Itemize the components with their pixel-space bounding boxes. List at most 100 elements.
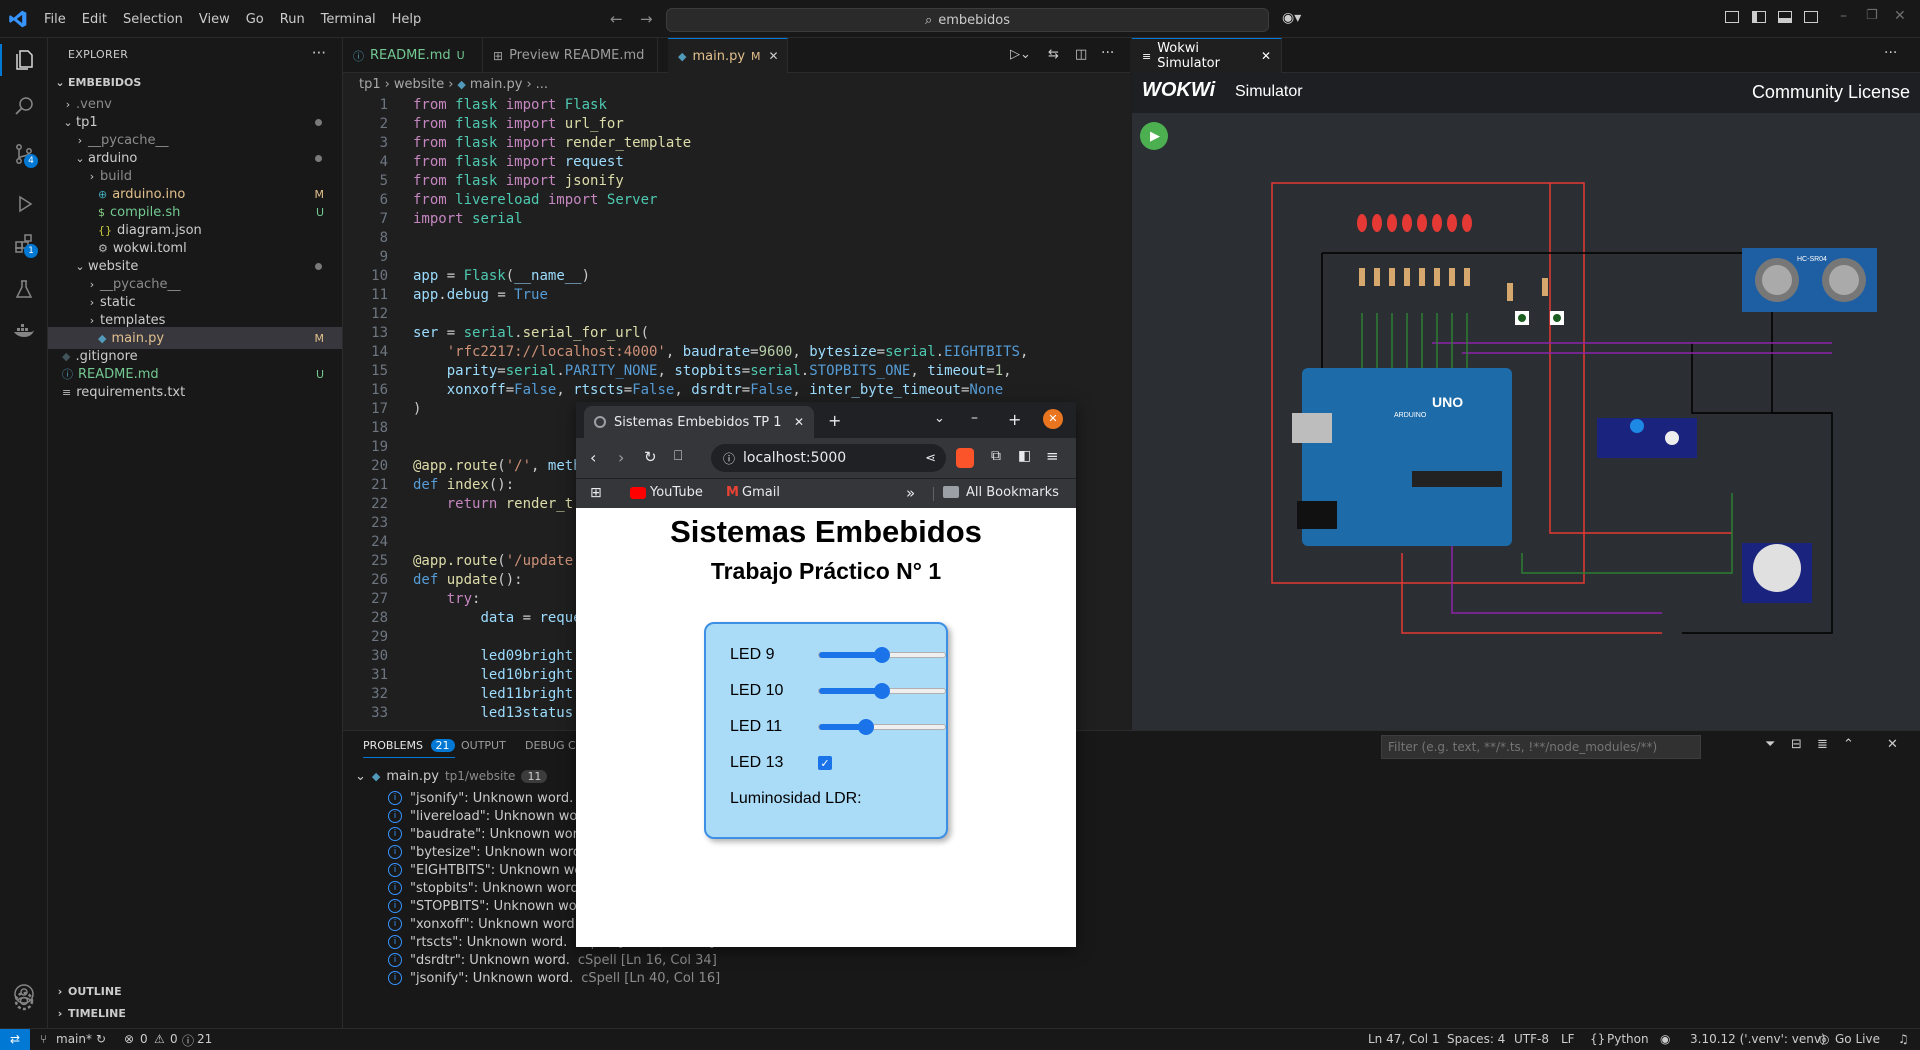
more-bookmarks-icon[interactable]: » [906, 484, 915, 502]
tab-preview-readme[interactable]: ⊞ Preview README.md [483, 38, 658, 73]
code-line[interactable]: app.debug = True [413, 287, 548, 303]
back-arrow-icon[interactable]: ‹ [590, 448, 596, 467]
led9-slider[interactable] [818, 647, 946, 663]
forward-arrow-icon[interactable]: › [618, 448, 624, 467]
code-line[interactable]: ) [413, 401, 421, 417]
share-icon[interactable]: ⋖ [925, 451, 936, 466]
error-count[interactable]: 0 [140, 1032, 148, 1046]
tab-readme[interactable]: ⓘ README.md U [343, 38, 483, 73]
close-icon[interactable]: ✕ [794, 415, 804, 429]
browser-tab[interactable]: Sistemas Embebidos TP 1 ✕ [584, 406, 814, 438]
chevron-up-icon[interactable]: ⌃ [1843, 737, 1854, 752]
bookmark-gmail[interactable]: Gmail [742, 485, 780, 500]
menu-view[interactable]: View [191, 12, 238, 27]
new-tab-icon[interactable]: + [828, 411, 841, 430]
menu-file[interactable]: File [36, 12, 74, 27]
extensions-icon[interactable]: ⧉ [991, 448, 1001, 464]
apps-grid-icon[interactable]: ⊞ [590, 485, 602, 501]
remote-indicator-icon[interactable]: ⇄ [0, 1029, 30, 1050]
code-line[interactable]: def update(): [413, 572, 523, 588]
code-line[interactable]: parity=serial.PARITY_NONE, stopbits=seri… [413, 363, 1012, 379]
code-line[interactable]: led10bright [413, 667, 573, 683]
view-as-table-icon[interactable]: ≣ [1817, 737, 1828, 752]
code-line[interactable]: ser = serial.serial_for_url( [413, 325, 649, 341]
layout-customize-icon[interactable] [1725, 11, 1739, 23]
tab-main-py[interactable]: ◆ main.py M ✕ [668, 38, 788, 73]
more-actions-icon[interactable]: ··· [1884, 45, 1897, 61]
close-window-icon[interactable]: ✕ [1894, 8, 1906, 24]
menu-edit[interactable]: Edit [74, 12, 115, 27]
close-window-icon[interactable]: ✕ [1043, 409, 1063, 429]
menu-icon[interactable]: ≡ [1046, 447, 1059, 465]
info-count[interactable]: 21 [197, 1032, 212, 1046]
code-line[interactable]: def index(): [413, 477, 514, 493]
explorer-activity[interactable] [0, 44, 48, 76]
collapse-all-icon[interactable]: ⊟ [1791, 737, 1802, 752]
breadcrumb-item[interactable]: tp1 [359, 77, 381, 92]
close-icon[interactable]: ✕ [1887, 737, 1898, 752]
led11-slider[interactable] [818, 719, 946, 735]
code-line[interactable]: from livereload import Server [413, 192, 657, 208]
menu-help[interactable]: Help [384, 12, 430, 27]
go-live-button[interactable]: Go Live [1835, 1032, 1880, 1046]
branch-name[interactable]: main* [56, 1032, 92, 1046]
code-line[interactable]: led09bright [413, 648, 573, 664]
run-icon[interactable]: ▷⌄ [1010, 47, 1031, 62]
code-line[interactable]: from flask import url_for [413, 116, 624, 132]
maximize-window-icon[interactable]: + [1008, 410, 1021, 429]
more-actions-icon[interactable]: ··· [1101, 45, 1114, 61]
code-line[interactable]: return render_t [413, 496, 573, 512]
code-line[interactable]: @app.route('/', meth [413, 458, 582, 474]
menu-run[interactable]: Run [272, 12, 313, 27]
code-line[interactable]: from flask import jsonify [413, 173, 624, 189]
docker-activity[interactable] [8, 316, 40, 348]
problems-file-group[interactable]: ⌄ ◆ main.py tp1/website 11 [355, 765, 548, 787]
copilot-icon[interactable]: ◉▾ [1282, 10, 1301, 26]
tab-problems[interactable]: PROBLEMS 21 [363, 739, 455, 758]
filter-icon[interactable]: ⏷ [1765, 737, 1775, 752]
brave-shield-icon[interactable] [956, 448, 974, 468]
encoding[interactable]: UTF-8 [1514, 1032, 1549, 1046]
search-activity[interactable] [8, 90, 40, 122]
bookmark-icon[interactable]: ⎕ [674, 448, 682, 464]
outline-section[interactable]: › OUTLINE [48, 980, 342, 1002]
breadcrumb-item[interactable]: website [394, 77, 444, 92]
led10-slider[interactable] [818, 683, 946, 699]
end-of-line[interactable]: LF [1561, 1032, 1575, 1046]
minimize-window-icon[interactable]: – [1840, 8, 1847, 24]
led13-checkbox[interactable]: ✓ [818, 756, 832, 770]
tab-output[interactable]: OUTPUT [461, 739, 506, 752]
toggle-panel-icon[interactable] [1778, 11, 1792, 23]
code-line[interactable]: xonxoff=False, rtscts=False, dsrdtr=Fals… [413, 382, 1003, 398]
compare-icon[interactable]: ⇆ [1048, 47, 1059, 62]
code-line[interactable]: from flask import Flask [413, 97, 607, 113]
cursor-position[interactable]: Ln 47, Col 1 [1368, 1032, 1440, 1046]
tab-wokwi-simulator[interactable]: ≡ Wokwi Simulator ✕ [1132, 38, 1282, 73]
code-line[interactable]: data = reque [413, 610, 581, 626]
testing-activity[interactable] [8, 274, 40, 306]
breadcrumb-item[interactable]: main.py [470, 77, 523, 92]
timeline-section[interactable]: › TIMELINE [48, 1002, 342, 1024]
command-center-search[interactable]: ⌕ embebidos [666, 8, 1269, 32]
workspace-root[interactable]: ⌄ EMBEBIDOS [48, 71, 342, 93]
menu-terminal[interactable]: Terminal [313, 12, 384, 27]
code-line[interactable]: @app.route('/update [413, 553, 573, 569]
breadcrumb-item[interactable]: ... [536, 77, 548, 92]
problems-filter-input[interactable] [1381, 735, 1701, 759]
indentation[interactable]: Spaces: 4 [1447, 1032, 1505, 1046]
reload-icon[interactable]: ↻ [644, 448, 657, 466]
bookmark-youtube[interactable]: YouTube [650, 485, 703, 500]
problem-item[interactable]: i "jsonify": Unknown word. cSpell [Ln 40, … [388, 967, 720, 989]
all-bookmarks[interactable]: All Bookmarks [966, 485, 1059, 500]
menu-selection[interactable]: Selection [115, 12, 191, 27]
notifications-icon[interactable]: ♫ [1898, 1032, 1909, 1046]
forward-arrow-icon[interactable]: → [640, 10, 653, 28]
split-editor-icon[interactable]: ◫ [1075, 47, 1087, 62]
code-line[interactable]: from flask import request [413, 154, 624, 170]
warning-count[interactable]: 0 [170, 1032, 178, 1046]
close-icon[interactable]: ✕ [1261, 49, 1271, 63]
extensions-activity[interactable]: 1 [8, 228, 40, 260]
language-mode[interactable]: Python [1607, 1032, 1649, 1046]
source-control-activity[interactable]: 4 [8, 138, 40, 170]
restore-window-icon[interactable]: ❐ [1866, 8, 1878, 23]
